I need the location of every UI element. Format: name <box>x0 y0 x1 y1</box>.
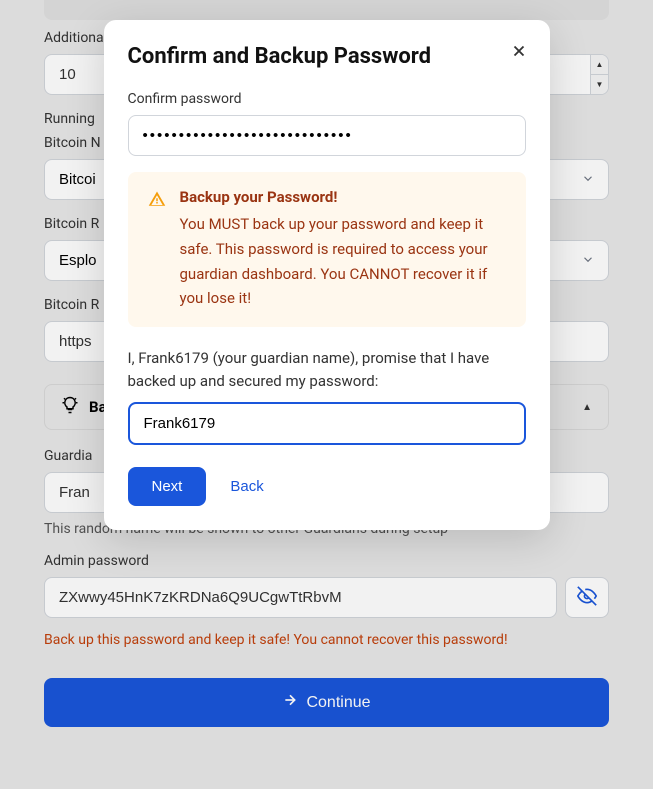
alert-title: Backup your Password! <box>180 188 506 206</box>
alert-text: You MUST back up your password and keep … <box>180 212 506 311</box>
confirm-password-label: Confirm password <box>128 91 526 107</box>
next-button[interactable]: Next <box>128 467 207 506</box>
close-button[interactable] <box>506 38 532 67</box>
close-icon <box>510 48 528 63</box>
promise-confirm-input[interactable] <box>128 402 526 445</box>
warning-icon <box>148 190 166 311</box>
confirm-password-input[interactable] <box>128 115 526 156</box>
confirm-backup-modal: Confirm and Backup Password Confirm pass… <box>104 20 550 530</box>
backup-warning-alert: Backup your Password! You MUST back up y… <box>128 172 526 327</box>
back-button[interactable]: Back <box>230 478 263 495</box>
promise-text: I, Frank6179 (your guardian name), promi… <box>128 347 526 392</box>
modal-title: Confirm and Backup Password <box>128 44 526 69</box>
modal-overlay: Confirm and Backup Password Confirm pass… <box>0 0 653 789</box>
